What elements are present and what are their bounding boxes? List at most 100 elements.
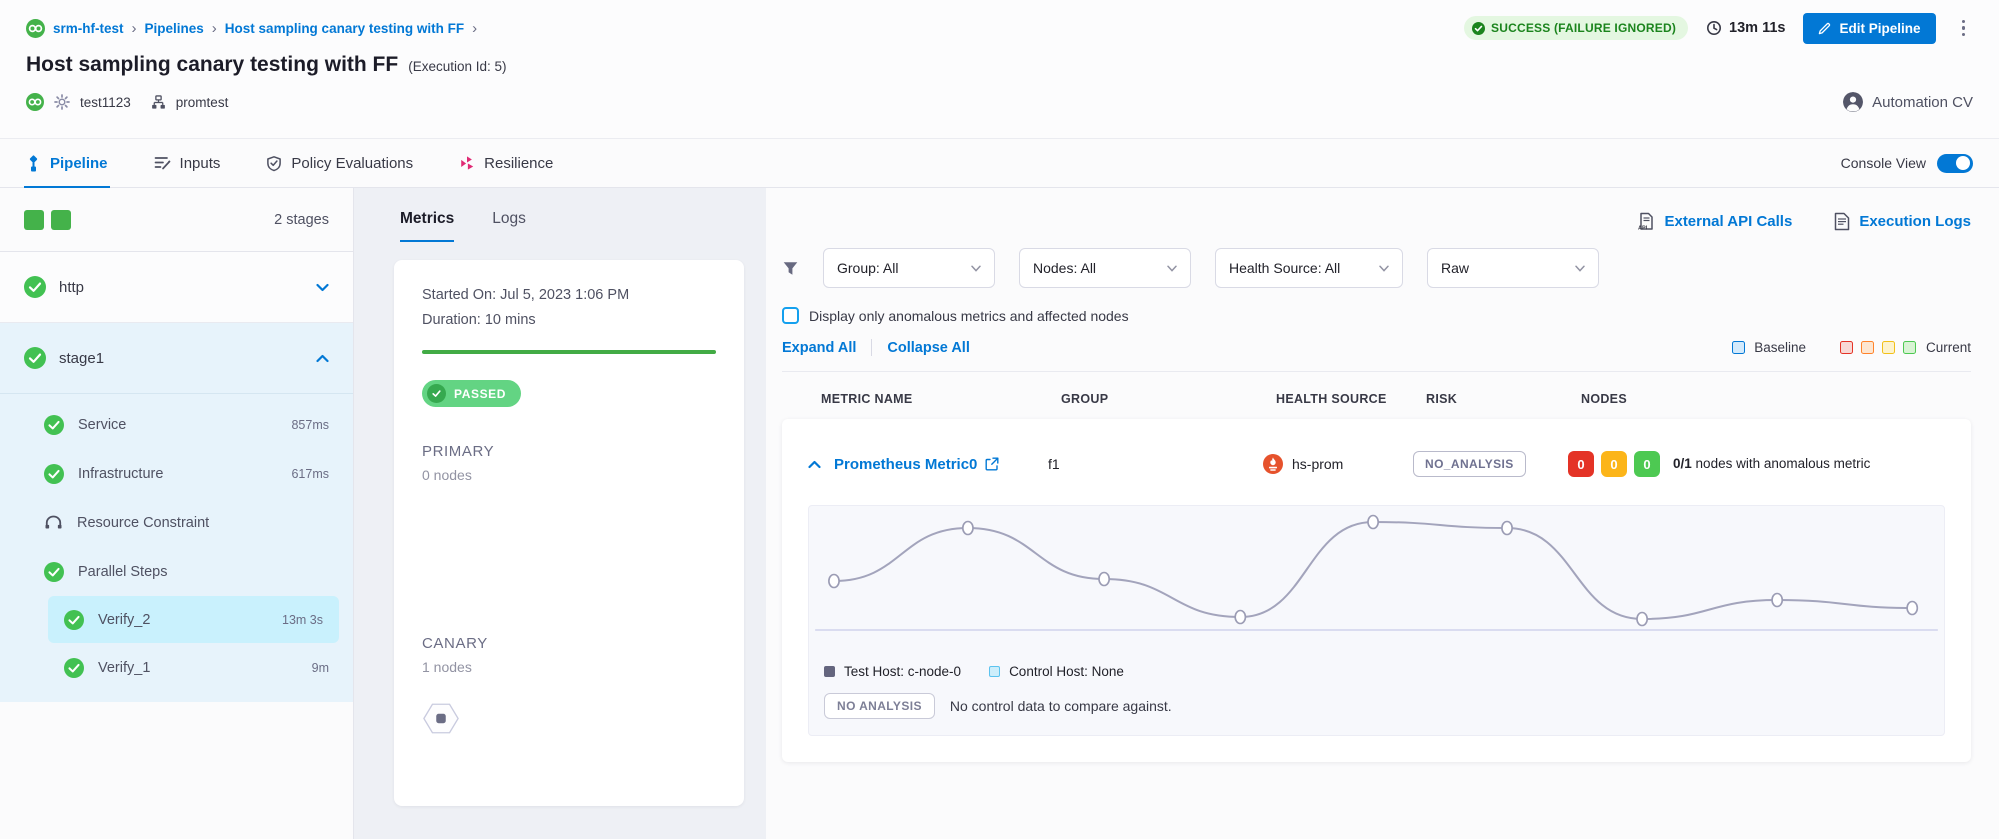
tab-policy-evaluations[interactable]: Policy Evaluations: [266, 139, 413, 187]
chart-legend: Test Host: c-node-0 Control Host: None: [809, 656, 1944, 679]
breadcrumb-item-pipelines[interactable]: Pipelines: [145, 21, 204, 36]
resource-constraint-icon: [44, 515, 63, 531]
metrics-analysis-panel: API External API Calls Execution Logs Gr…: [766, 188, 1999, 839]
breadcrumb: srm-hf-test › Pipelines › Host sampling …: [26, 19, 477, 38]
divider: [871, 339, 872, 356]
summary-card: Started On: Jul 5, 2023 1:06 PM Duration…: [394, 260, 744, 806]
metric-name-link[interactable]: Prometheus Metric0: [834, 456, 1048, 473]
current-red-swatch: [1840, 341, 1853, 354]
expand-collapse-row: Expand All Collapse All Baseline Current: [782, 339, 1971, 372]
external-link-icon: [985, 457, 999, 471]
chaos-pinwheel-icon: [459, 155, 475, 171]
shield-check-icon: [266, 155, 282, 172]
anomalous-checkbox[interactable]: [782, 307, 799, 324]
current-yellow-swatch: [1882, 341, 1895, 354]
primary-label: PRIMARY: [422, 443, 716, 460]
header: srm-hf-test › Pipelines › Host sampling …: [0, 0, 1999, 138]
success-check-icon: [64, 610, 84, 630]
verification-duration: Duration: 10 mins: [422, 312, 716, 328]
group-filter-select[interactable]: Group: All: [823, 248, 995, 288]
stages-summary: 2 stages: [0, 188, 353, 252]
verification-summary-panel: Metrics Logs Started On: Jul 5, 2023 1:0…: [354, 188, 766, 839]
success-check-icon: [44, 562, 64, 582]
metric-health-source: hs-prom: [1263, 454, 1413, 474]
meta-row: test1123 promtest Automation CV: [26, 92, 1973, 112]
inputs-icon: [154, 155, 171, 171]
amber-node-count: 0: [1601, 451, 1627, 477]
breadcrumb-separator: ›: [212, 20, 217, 37]
canary-node-hexagon[interactable]: [422, 701, 716, 736]
external-api-calls-link[interactable]: API External API Calls: [1637, 212, 1792, 231]
metric-group: f1: [1048, 456, 1263, 472]
step-service[interactable]: Service 857ms: [0, 400, 353, 449]
current-orange-swatch: [1861, 341, 1874, 354]
collapse-all-link[interactable]: Collapse All: [887, 340, 969, 356]
stage-group-stage1[interactable]: stage1: [0, 323, 353, 394]
canary-nodes-count: 1 nodes: [422, 659, 716, 675]
health-source-filter-select[interactable]: Health Source: All: [1215, 248, 1403, 288]
canary-label: CANARY: [422, 635, 716, 652]
breadcrumb-item-pipeline[interactable]: Host sampling canary testing with FF: [225, 21, 464, 36]
check-circle-icon: [1472, 22, 1485, 35]
baseline-current-legend: Baseline Current: [1732, 340, 1971, 355]
passed-badge: PASSED: [422, 380, 521, 407]
execution-logs-link[interactable]: Execution Logs: [1834, 212, 1971, 231]
tab-resilience[interactable]: Resilience: [459, 139, 553, 187]
step-verify-2[interactable]: Verify_2 13m 3s: [48, 596, 339, 643]
console-view-label: Console View: [1841, 155, 1926, 171]
step-details: Metrics Logs Started On: Jul 5, 2023 1:0…: [354, 188, 1999, 839]
filter-funnel-icon: [782, 261, 799, 276]
step-verify-1[interactable]: Verify_1 9m: [0, 643, 353, 692]
header-top-row: srm-hf-test › Pipelines › Host sampling …: [26, 12, 1973, 44]
data-mode-select[interactable]: Raw: [1427, 248, 1599, 288]
step-duration: 9m: [312, 661, 329, 675]
infrastructure-icon: [151, 95, 166, 110]
analysis-note-row: NO ANALYSIS No control data to compare a…: [809, 679, 1944, 719]
edit-pipeline-button[interactable]: Edit Pipeline: [1803, 13, 1935, 44]
verification-progress-bar: [422, 350, 716, 354]
prometheus-icon: [1263, 454, 1283, 474]
analysis-top-links: API External API Calls Execution Logs: [782, 202, 1971, 240]
expand-all-link[interactable]: Expand All: [782, 340, 856, 356]
step-resource-constraint[interactable]: Resource Constraint: [0, 498, 353, 547]
step-duration: 617ms: [291, 467, 329, 481]
pipeline-icon: [26, 155, 41, 172]
service-name[interactable]: test1123: [80, 95, 131, 110]
success-check-icon: [44, 415, 64, 435]
content: 2 stages http stage1: [0, 188, 1999, 839]
stage-count: 2 stages: [274, 212, 329, 228]
filter-row: Group: All Nodes: All Health Source: All…: [782, 248, 1971, 288]
success-check-icon: [44, 464, 64, 484]
tab-inputs[interactable]: Inputs: [154, 139, 221, 187]
check-icon: [427, 384, 446, 403]
breadcrumb-item-project[interactable]: srm-hf-test: [53, 21, 124, 36]
title-row: Host sampling canary testing with FF (Ex…: [26, 53, 1973, 77]
infrastructure-name[interactable]: promtest: [176, 95, 229, 110]
nodes-filter-select[interactable]: Nodes: All: [1019, 248, 1191, 288]
chevron-down-icon: [1167, 265, 1177, 272]
metric-chart-container: Test Host: c-node-0 Control Host: None N…: [808, 505, 1945, 736]
more-options-icon[interactable]: [1954, 16, 1974, 41]
stage-group-http[interactable]: http: [0, 252, 353, 323]
user-name: Automation CV: [1872, 94, 1973, 111]
risk-badge: NO_ANALYSIS: [1413, 451, 1526, 477]
collapse-chevron-icon[interactable]: [808, 460, 834, 469]
gear-icon: [54, 94, 70, 110]
document-icon: [1834, 212, 1850, 231]
user-avatar-icon: [1843, 92, 1863, 112]
execution-tabbar: Pipeline Inputs Policy Evaluations Resil…: [0, 138, 1999, 188]
tab-pipeline[interactable]: Pipeline: [26, 139, 108, 187]
chevron-down-icon: [316, 283, 329, 292]
chevron-down-icon: [1575, 265, 1585, 272]
breadcrumb-separator: ›: [132, 20, 137, 37]
red-node-count: 0: [1568, 451, 1594, 477]
green-node-count: 0: [1634, 451, 1660, 477]
tab-logs[interactable]: Logs: [492, 210, 526, 242]
tab-metrics[interactable]: Metrics: [400, 210, 454, 242]
metric-line-chart[interactable]: [809, 506, 1944, 656]
test-host-swatch: [824, 666, 835, 677]
step-infrastructure[interactable]: Infrastructure 617ms: [0, 449, 353, 498]
step-parallel-steps[interactable]: Parallel Steps: [0, 547, 353, 596]
clock-icon: [1706, 20, 1722, 36]
console-view-toggle[interactable]: [1937, 154, 1973, 173]
